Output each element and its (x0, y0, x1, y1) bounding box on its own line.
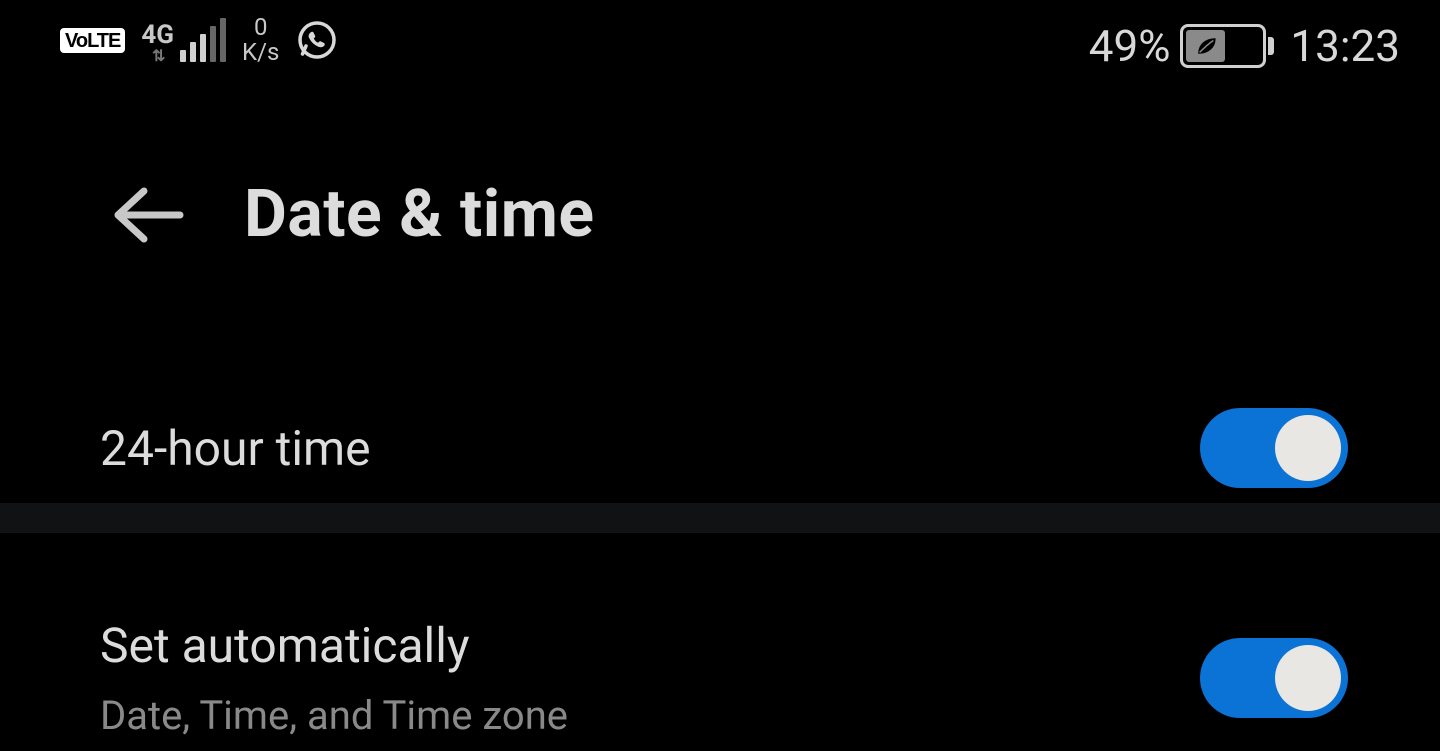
battery-percentage: 49% (1089, 20, 1171, 72)
setting-label: Set automatically (100, 617, 568, 674)
toggle-set-automatically[interactable] (1200, 638, 1348, 718)
toggle-knob (1275, 645, 1341, 711)
toggle-24-hour-time[interactable] (1200, 408, 1348, 488)
speed-unit: K/s (242, 40, 279, 65)
toggle-knob (1275, 415, 1341, 481)
battery-icon (1180, 24, 1274, 68)
setting-label: 24-hour time (100, 420, 371, 477)
network-activity-arrows-icon: ⇅ (152, 48, 163, 64)
section-divider (0, 503, 1440, 533)
data-speed-indicator: 0 K/s (242, 15, 279, 65)
back-button[interactable] (108, 182, 188, 247)
speed-value: 0 (254, 15, 268, 40)
setting-row-set-automatically[interactable]: Set automatically Date, Time, and Time z… (0, 561, 1440, 751)
setting-texts: Set automatically Date, Time, and Time z… (100, 617, 568, 739)
status-right: 49% 13:23 (1089, 14, 1400, 72)
signal-bars-icon (180, 18, 226, 64)
network-type: 4G ⇅ (141, 22, 174, 64)
status-clock: 13:23 (1290, 20, 1400, 72)
whatsapp-notification-icon (295, 14, 339, 66)
leaf-icon (1195, 35, 1217, 57)
page-header: Date & time (0, 88, 1440, 253)
network-signal: 4G ⇅ (141, 16, 226, 64)
page-title: Date & time (244, 176, 595, 253)
volte-badge: VoLTE (60, 28, 125, 53)
network-4g-label: 4G (141, 22, 174, 48)
setting-sublabel: Date, Time, and Time zone (100, 692, 568, 739)
status-bar: VoLTE 4G ⇅ 0 K/s 49% (0, 0, 1440, 88)
setting-row-24-hour-time[interactable]: 24-hour time (0, 393, 1440, 503)
arrow-left-icon (108, 184, 188, 246)
status-left: VoLTE 4G ⇅ 0 K/s (60, 14, 339, 66)
